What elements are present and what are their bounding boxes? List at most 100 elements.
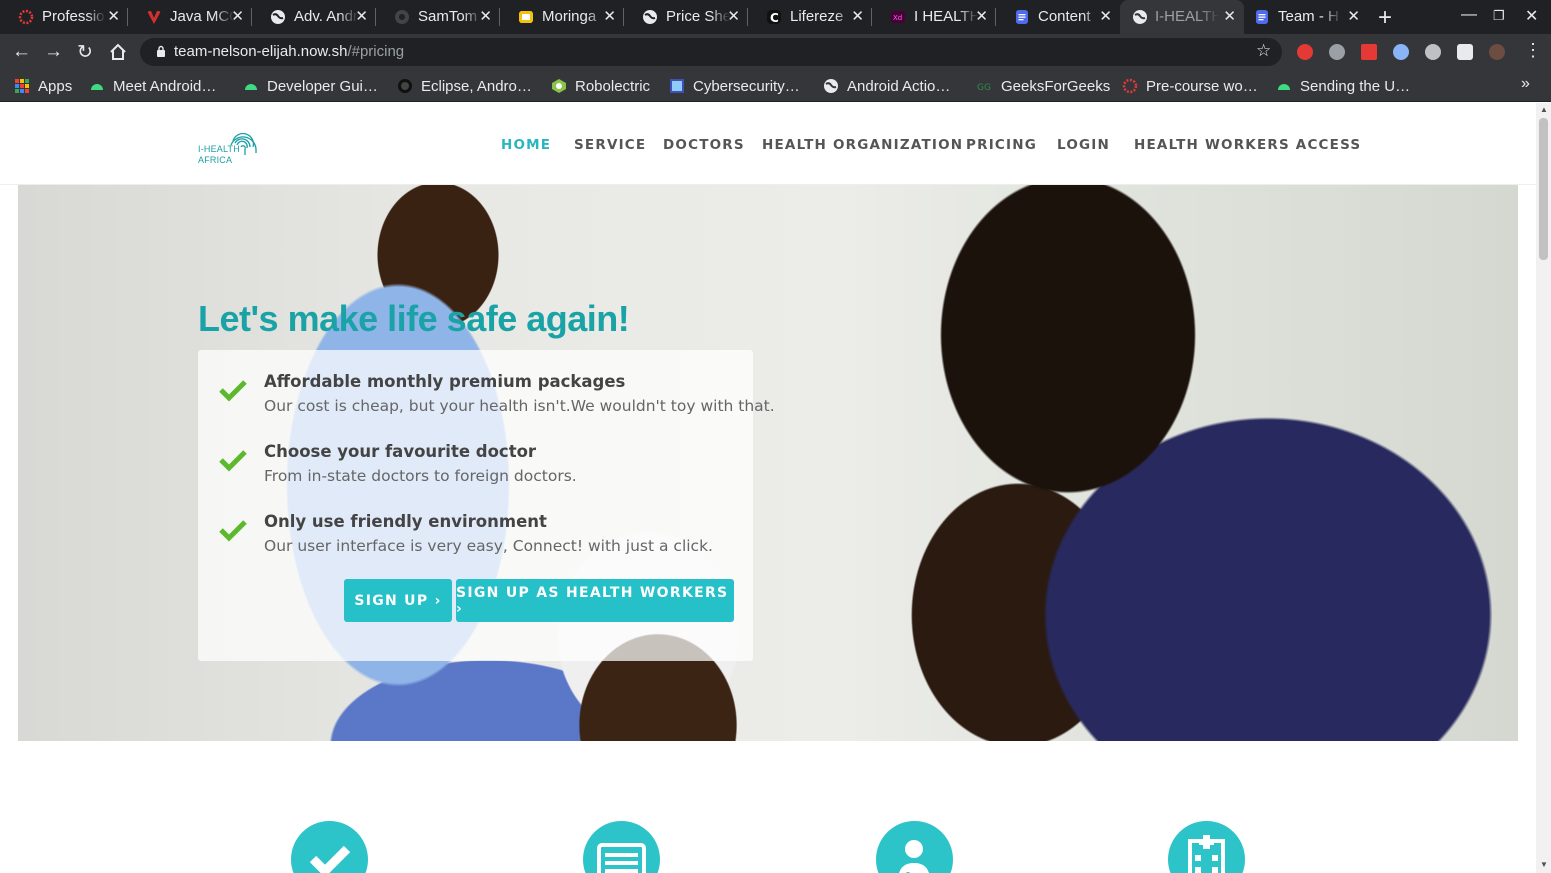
tab-title: Java MCQ — [170, 8, 234, 25]
tab-9-active[interactable]: I-HEALTH ✕ — [1120, 0, 1244, 34]
bookmark-eclipse[interactable]: Eclipse, Andro… — [397, 76, 532, 96]
bookmark-apps[interactable]: Apps — [14, 76, 72, 96]
bookmark-robolectric[interactable]: Robolectric — [551, 76, 650, 96]
forward-arrow-icon[interactable]: → — [44, 41, 63, 63]
sign-up-button[interactable]: SIGN UP › — [344, 579, 452, 622]
tab-2[interactable]: Adv. Andr ✕ — [252, 0, 376, 34]
minimize-icon[interactable]: — — [1461, 6, 1477, 24]
bookmark-geeksforgeeks[interactable]: GG GeeksForGeeks — [977, 76, 1110, 96]
xd-icon: Xd — [891, 11, 905, 23]
bookmark-label: Apps — [38, 77, 73, 95]
apps-grid-icon — [15, 79, 29, 93]
close-tab-icon[interactable]: ✕ — [1223, 7, 1236, 25]
profile-avatar[interactable] — [1489, 44, 1505, 60]
bookmark-star-icon[interactable]: ☆ — [1256, 41, 1271, 61]
restore-icon[interactable]: ❐ — [1493, 8, 1505, 24]
nav-pricing[interactable]: PRICING — [966, 137, 1037, 153]
bookmarks-overflow-icon[interactable]: » — [1521, 75, 1530, 93]
scroll-down-arrow-icon[interactable]: ▼ — [1540, 860, 1548, 869]
url-text[interactable]: team-nelson-elijah.now.sh/#pricing — [174, 43, 404, 60]
gfg-icon: GG — [977, 83, 991, 93]
nav-doctors[interactable]: DOCTORS — [663, 137, 745, 153]
bookmarks-bar: Apps Meet Android… Developer Gui… Eclips… — [0, 70, 1551, 102]
bookmark-label: Developer Gui… — [267, 77, 378, 95]
slides-icon — [519, 11, 533, 23]
home-icon[interactable] — [108, 42, 128, 62]
tab-4[interactable]: Moringa ✕ — [500, 0, 624, 34]
nav-service[interactable]: SERVICE — [574, 137, 646, 153]
extension-sync-icon[interactable] — [1297, 44, 1313, 60]
robolectric-icon — [552, 79, 566, 93]
tab-title: I-HEALTH — [1155, 8, 1219, 25]
github-icon — [395, 10, 409, 24]
lock-icon[interactable] — [156, 45, 166, 57]
close-tab-icon[interactable]: ✕ — [727, 7, 740, 25]
extension-download-icon[interactable] — [1329, 44, 1345, 60]
scrollbar-thumb[interactable] — [1539, 118, 1548, 260]
nav-login[interactable]: LOGIN — [1057, 137, 1110, 153]
logo-line-1: I-HEALTH — [198, 144, 240, 154]
bookmark-meet-android[interactable]: Meet Android… — [89, 76, 216, 96]
hero-title: Let's make life safe again! — [198, 298, 630, 339]
extension-circle-icon[interactable] — [1393, 44, 1409, 60]
tab-title: SamTom — [418, 8, 478, 25]
close-tab-icon[interactable]: ✕ — [603, 7, 616, 25]
globe-icon — [1133, 10, 1147, 24]
reload-icon[interactable]: ↻ — [77, 41, 93, 64]
close-tab-icon[interactable]: ✕ — [479, 7, 492, 25]
globe-icon — [271, 10, 285, 24]
svg-text:C: C — [770, 11, 779, 25]
sign-up-health-workers-button[interactable]: SIGN UP AS HEALTH WORKERS › — [456, 579, 734, 622]
globe-icon — [824, 79, 838, 93]
nav-health-workers-access[interactable]: HEALTH WORKERS ACCESS — [1134, 137, 1361, 153]
close-window-icon[interactable]: ✕ — [1525, 6, 1538, 26]
close-tab-icon[interactable]: ✕ — [1099, 7, 1112, 25]
bookmark-cybersecurity[interactable]: Cybersecurity… — [669, 76, 800, 96]
v-logo-icon — [147, 11, 161, 24]
tab-3[interactable]: SamTom ✕ — [376, 0, 500, 34]
extension-cloud-icon[interactable] — [1425, 44, 1441, 60]
feature-description: From in-state doctors to foreign doctors… — [264, 467, 577, 485]
scroll-up-arrow-icon[interactable]: ▲ — [1540, 105, 1548, 114]
checkmark-icon — [219, 520, 247, 542]
tab-8[interactable]: Content ✕ — [996, 0, 1120, 34]
bookmark-sending[interactable]: Sending the U… — [1276, 76, 1410, 96]
tab-0[interactable]: Professio ✕ — [0, 0, 128, 34]
extension-save-icon[interactable] — [1361, 44, 1377, 60]
bookmark-label: Android Actio… — [847, 77, 951, 95]
tab-7[interactable]: Xd I HEALTH ✕ — [872, 0, 996, 34]
tab-title: Content — [1038, 8, 1091, 25]
nav-home[interactable]: HOME — [501, 137, 551, 153]
new-tab-plus-icon[interactable]: + — [1378, 4, 1392, 32]
close-tab-icon[interactable]: ✕ — [231, 7, 244, 25]
feature-title: Affordable monthly premium packages — [264, 372, 626, 391]
tab-5[interactable]: Price She ✕ — [624, 0, 748, 34]
logo-text[interactable]: I-HEALTH AFRICA — [198, 144, 240, 166]
tab-6[interactable]: C Lifereze ✕ — [748, 0, 872, 34]
bookmark-pre-course[interactable]: Pre-course wo… — [1122, 76, 1258, 96]
bookmark-developer-guide[interactable]: Developer Gui… — [243, 76, 378, 96]
close-tab-icon[interactable]: ✕ — [851, 7, 864, 25]
close-tab-icon[interactable]: ✕ — [355, 7, 368, 25]
tab-title: Price She — [666, 8, 730, 25]
android-icon — [91, 84, 103, 90]
eclipse-icon — [398, 79, 412, 93]
extensions-puzzle-icon[interactable] — [1457, 44, 1473, 60]
tab-1[interactable]: Java MCQ ✕ — [128, 0, 252, 34]
bookmark-label: Cybersecurity… — [693, 77, 800, 95]
close-tab-icon[interactable]: ✕ — [1347, 7, 1360, 25]
browser-menu-icon[interactable]: ⋮ — [1524, 40, 1542, 61]
back-arrow-icon[interactable]: ← — [12, 41, 31, 63]
close-tab-icon[interactable]: ✕ — [107, 7, 120, 25]
tab-10[interactable]: Team - H ✕ — [1244, 0, 1368, 34]
bookmark-label: Robolectric — [575, 77, 651, 95]
service-list-card-icon — [583, 821, 660, 873]
checkmark-icon — [219, 380, 247, 402]
feature-title: Choose your favourite doctor — [264, 442, 537, 461]
c-logo-icon: C — [767, 10, 781, 25]
nav-health-organization[interactable]: HEALTH ORGANIZATION — [762, 137, 963, 153]
url-path: /#pricing — [347, 43, 405, 60]
bookmark-android-action[interactable]: Android Actio… — [823, 76, 950, 96]
cyber-icon — [670, 79, 684, 93]
close-tab-icon[interactable]: ✕ — [975, 7, 988, 25]
